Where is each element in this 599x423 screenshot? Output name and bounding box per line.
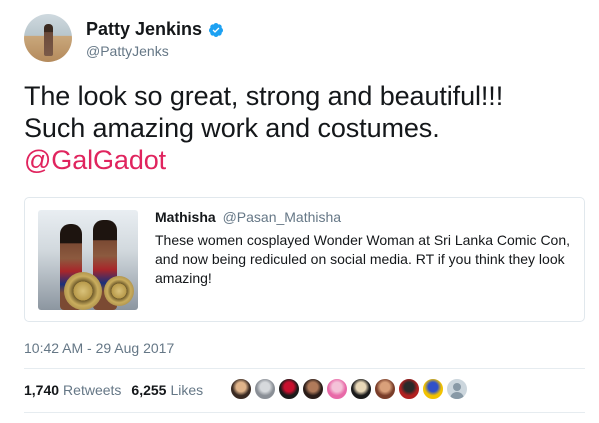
liker-avatar[interactable] bbox=[374, 378, 396, 400]
divider bbox=[24, 368, 585, 369]
retweets-label: Retweets bbox=[63, 382, 122, 398]
liker-avatar[interactable] bbox=[254, 378, 276, 400]
liker-avatar[interactable] bbox=[446, 378, 468, 400]
author-avatar[interactable] bbox=[24, 14, 72, 62]
tweet-text-line: The look so great, strong and beautiful!… bbox=[24, 81, 504, 111]
author-handle[interactable]: @PattyJenks bbox=[86, 43, 169, 59]
liker-avatar[interactable] bbox=[230, 378, 252, 400]
mention-link[interactable]: @GalGadot bbox=[24, 144, 579, 176]
tweet-header: Patty Jenkins @PattyJenks bbox=[24, 12, 574, 64]
liker-avatars bbox=[230, 378, 468, 400]
tweet-text: The look so great, strong and beautiful!… bbox=[24, 80, 579, 176]
tweet-text-line: Such amazing work and costumes. bbox=[24, 113, 440, 143]
liker-avatar[interactable] bbox=[350, 378, 372, 400]
quoted-tweet-text: These women cosplayed Wonder Woman at Sr… bbox=[155, 232, 571, 286]
likes-stat[interactable]: 6,255 Likes bbox=[131, 382, 203, 398]
quoted-tweet-image bbox=[38, 210, 138, 310]
author-name[interactable]: Patty Jenkins bbox=[86, 19, 202, 40]
tweet-timestamp[interactable]: 10:42 AM - 29 Aug 2017 bbox=[24, 340, 174, 356]
retweets-stat[interactable]: 1,740 Retweets bbox=[24, 382, 121, 398]
quoted-author-name: Mathisha bbox=[155, 209, 216, 225]
quoted-tweet-header: Mathisha @Pasan_Mathisha bbox=[155, 209, 341, 225]
quoted-author-handle: @Pasan_Mathisha bbox=[222, 209, 342, 225]
liker-avatar[interactable] bbox=[278, 378, 300, 400]
retweets-count: 1,740 bbox=[24, 382, 60, 398]
likes-label: Likes bbox=[170, 382, 204, 398]
divider bbox=[24, 412, 585, 413]
verified-badge-icon bbox=[209, 22, 224, 37]
liker-avatar[interactable] bbox=[302, 378, 324, 400]
likes-count: 6,255 bbox=[131, 382, 167, 398]
liker-avatar[interactable] bbox=[326, 378, 348, 400]
quoted-tweet-card[interactable]: Mathisha @Pasan_Mathisha These women cos… bbox=[24, 197, 585, 322]
liker-avatar[interactable] bbox=[422, 378, 444, 400]
author-name-row: Patty Jenkins bbox=[86, 19, 224, 40]
liker-avatar[interactable] bbox=[398, 378, 420, 400]
tweet-stats: 1,740 Retweets 6,255 Likes bbox=[24, 378, 213, 402]
